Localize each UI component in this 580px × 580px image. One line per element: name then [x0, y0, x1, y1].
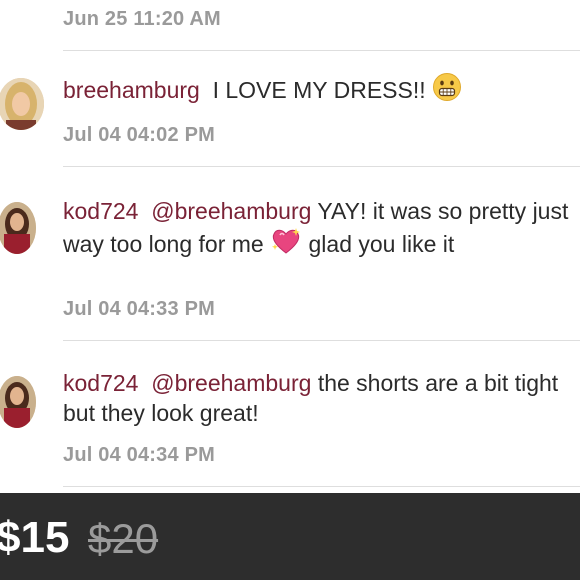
- avatar[interactable]: [0, 202, 36, 254]
- comment-divider: [63, 166, 580, 167]
- avatar[interactable]: [0, 376, 36, 428]
- comment-mention-link[interactable]: @breehamburg: [151, 370, 311, 396]
- grimacing-face-emoji-icon: [432, 72, 462, 109]
- comment-body: kod724 @breehamburg YAY! it was so prett…: [63, 196, 572, 263]
- comments-screen: Jun 25 11:20 AM breehamburg I LOVE MY DR…: [0, 0, 580, 580]
- comment-timestamp: Jul 04 04:02 PM: [63, 124, 215, 146]
- avatar-image: [0, 202, 36, 254]
- avatar-image: [0, 78, 44, 130]
- comment-username[interactable]: kod724: [63, 198, 138, 224]
- current-price: $15: [0, 513, 70, 562]
- comment-mention-link[interactable]: @breehamburg: [151, 198, 311, 224]
- comment-text: glad you like it: [308, 231, 455, 257]
- comment-timestamp: Jul 04 04:33 PM: [63, 298, 215, 320]
- comment-divider: [63, 340, 580, 341]
- original-price: $20: [88, 515, 159, 562]
- avatar-image: [0, 376, 36, 428]
- price-bar: $15 $20: [0, 493, 580, 580]
- comment-divider: [63, 50, 580, 51]
- sparkling-heart-emoji-icon: [270, 226, 302, 263]
- comment-username[interactable]: breehamburg: [63, 77, 200, 103]
- comment-timestamp: Jul 04 04:34 PM: [63, 444, 215, 466]
- comment-text: I LOVE MY DRESS!!: [212, 77, 426, 103]
- comment-divider: [63, 486, 580, 487]
- comment-body: kod724 @breehamburg the shorts are a bit…: [63, 368, 572, 428]
- comment-username[interactable]: kod724: [63, 370, 138, 396]
- comment-timestamp: Jun 25 11:20 AM: [63, 8, 221, 30]
- comment-body: breehamburg I LOVE MY DRESS!!: [63, 72, 572, 109]
- avatar[interactable]: [0, 78, 44, 130]
- comment-text: the shorts are a bit tight but they look…: [63, 370, 559, 426]
